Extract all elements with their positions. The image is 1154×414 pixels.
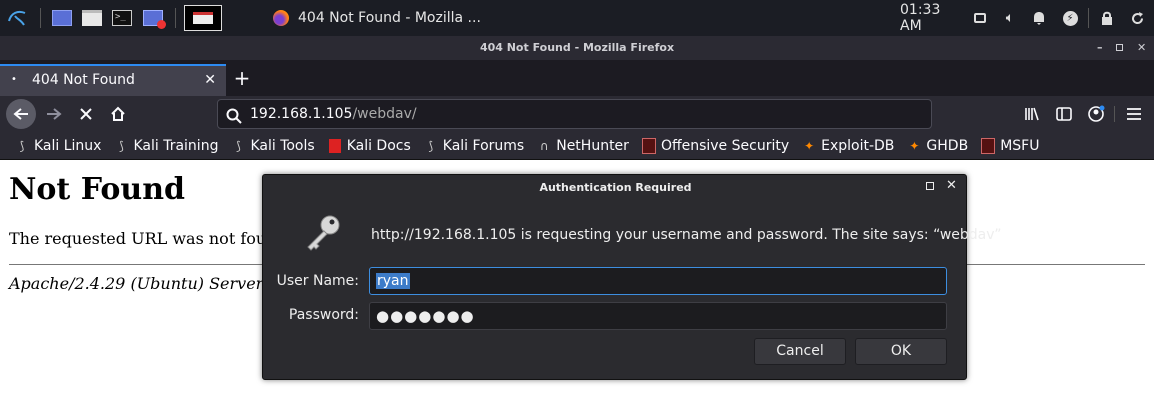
bookmark-label: Kali Docs [346,137,411,154]
sidebar-icon[interactable] [1050,100,1078,128]
search-icon [226,106,242,134]
tab-strip: • 404 Not Found ✕ + [0,60,1154,96]
firefox-icon [272,6,290,30]
bookmark-label: NetHunter [556,137,629,154]
bookmark-label: Kali Forums [442,137,525,154]
page-heading: Not Found [9,172,186,207]
window-title: 404 Not Found - Mozilla Firefox [479,41,675,54]
power-icon[interactable]: ⚡︎ [1060,6,1080,30]
username-field[interactable]: ryan [369,267,947,295]
loading-dot-icon: • [11,74,17,85]
new-tab-button[interactable]: + [232,64,252,94]
account-icon[interactable] [1082,100,1110,128]
url-bar[interactable]: 192.168.1.105/webdav/ [217,99,932,129]
kali-dragon-icon: ⟆ [236,138,241,153]
auth-dialog: Authentication Required ✕ http://192.168… [262,174,1002,380]
library-icon[interactable] [1018,100,1046,128]
server-address: Apache/2.4.29 (Ubuntu) Server [9,274,264,293]
key-icon [301,211,345,255]
navigation-bar: 192.168.1.105/webdav/ [0,96,1154,132]
maximize-icon[interactable] [1116,44,1123,51]
bookmark-exploit-db[interactable]: ✦ Exploit-DB [801,138,894,154]
offsec-icon [641,137,657,154]
exploit-db-icon: ✦ [804,138,815,153]
bookmark-kali-training[interactable]: ⟆ Kali Training [113,138,218,154]
username-value: ryan [376,273,410,289]
bookmark-label: MSFU [1000,137,1040,154]
dialog-maximize-icon[interactable] [926,182,934,190]
kali-dragon-icon: ⟆ [119,138,124,153]
username-label: User Name: [276,273,359,289]
password-label: Password: [288,307,359,323]
workspace-icon[interactable] [50,6,74,30]
minimize-icon[interactable]: – [1097,36,1103,60]
kali-dragon-icon: ⟆ [428,138,434,153]
bookmark-kali-docs[interactable]: Kali Docs [327,138,411,154]
dialog-title: Authentication Required [539,181,692,194]
refresh-icon[interactable] [1128,6,1146,30]
ok-button[interactable]: OK [855,338,947,365]
url-path: /webdav/ [352,106,417,122]
file-manager-icon[interactable] [80,6,104,30]
bookmark-msfu[interactable]: MSFU [980,137,1040,154]
firefox-launcher-icon[interactable] [184,5,222,31]
cancel-button[interactable]: Cancel [754,338,846,365]
bookmark-label: Exploit-DB [821,137,895,154]
lock-icon[interactable] [1098,6,1116,30]
tab-404[interactable]: • 404 Not Found ✕ [0,64,226,96]
forward-button[interactable] [40,100,68,128]
nethunter-icon: ∩ [539,138,549,153]
bookmark-kali-linux[interactable]: ⟆ Kali Linux [14,137,102,154]
kali-dragon-icon: ⟆ [19,138,25,153]
back-button[interactable] [6,99,36,129]
terminal-icon[interactable]: >_ [110,6,134,30]
tab-close-icon[interactable]: ✕ [204,66,216,94]
bookmark-nethunter[interactable]: ∩ NetHunter [536,138,629,154]
taskbar: >_ 404 Not Found - Mozilla ... 01:33 AM … [0,0,1154,36]
screen-recorder-icon[interactable] [140,6,166,30]
bookmark-label: Kali Tools [250,137,315,154]
bookmark-ghdb[interactable]: ✦ GHDB [906,138,968,154]
bookmark-label: Kali Training [133,137,219,154]
bookmark-offensive-security[interactable]: Offensive Security [641,137,790,154]
close-window-icon[interactable]: ✕ [1137,36,1146,60]
bookmark-label: Offensive Security [660,137,790,154]
url-host: 192.168.1.105 [250,106,353,122]
bookmark-label: GHDB [926,137,969,154]
volume-icon[interactable]: 🔈︎ [1000,6,1020,30]
stop-button[interactable] [72,100,100,128]
msfu-icon [980,137,996,154]
bookmarks-toolbar: ⟆ Kali Linux ⟆ Kali Training ⟆ Kali Tools K… [0,132,1154,160]
ghdb-icon: ✦ [909,138,920,153]
bookmark-kali-forums[interactable]: ⟆ Kali Forums [423,138,524,154]
error-message: The requested URL was not fou [9,229,267,248]
tab-label: 404 Not Found [32,72,135,88]
bookmark-label: Kali Linux [34,137,102,154]
active-window-title[interactable]: 404 Not Found - Mozilla ... [298,6,488,30]
menu-icon[interactable] [1120,100,1148,128]
kali-menu-icon[interactable] [4,6,30,30]
clock[interactable]: 01:33 AM [900,2,966,34]
bell-icon[interactable] [1030,6,1048,30]
password-field[interactable]: ●●●●●●● [369,302,947,330]
auth-prompt: http://192.168.1.105 is requesting your … [371,227,1002,243]
pdf-icon [327,138,343,154]
bookmark-kali-tools[interactable]: ⟆ Kali Tools [230,137,315,154]
window-titlebar: 404 Not Found - Mozilla Firefox – ✕ [0,36,1154,60]
dialog-close-icon[interactable]: ✕ [946,178,957,193]
display-icon[interactable] [972,6,988,30]
home-button[interactable] [104,100,132,128]
